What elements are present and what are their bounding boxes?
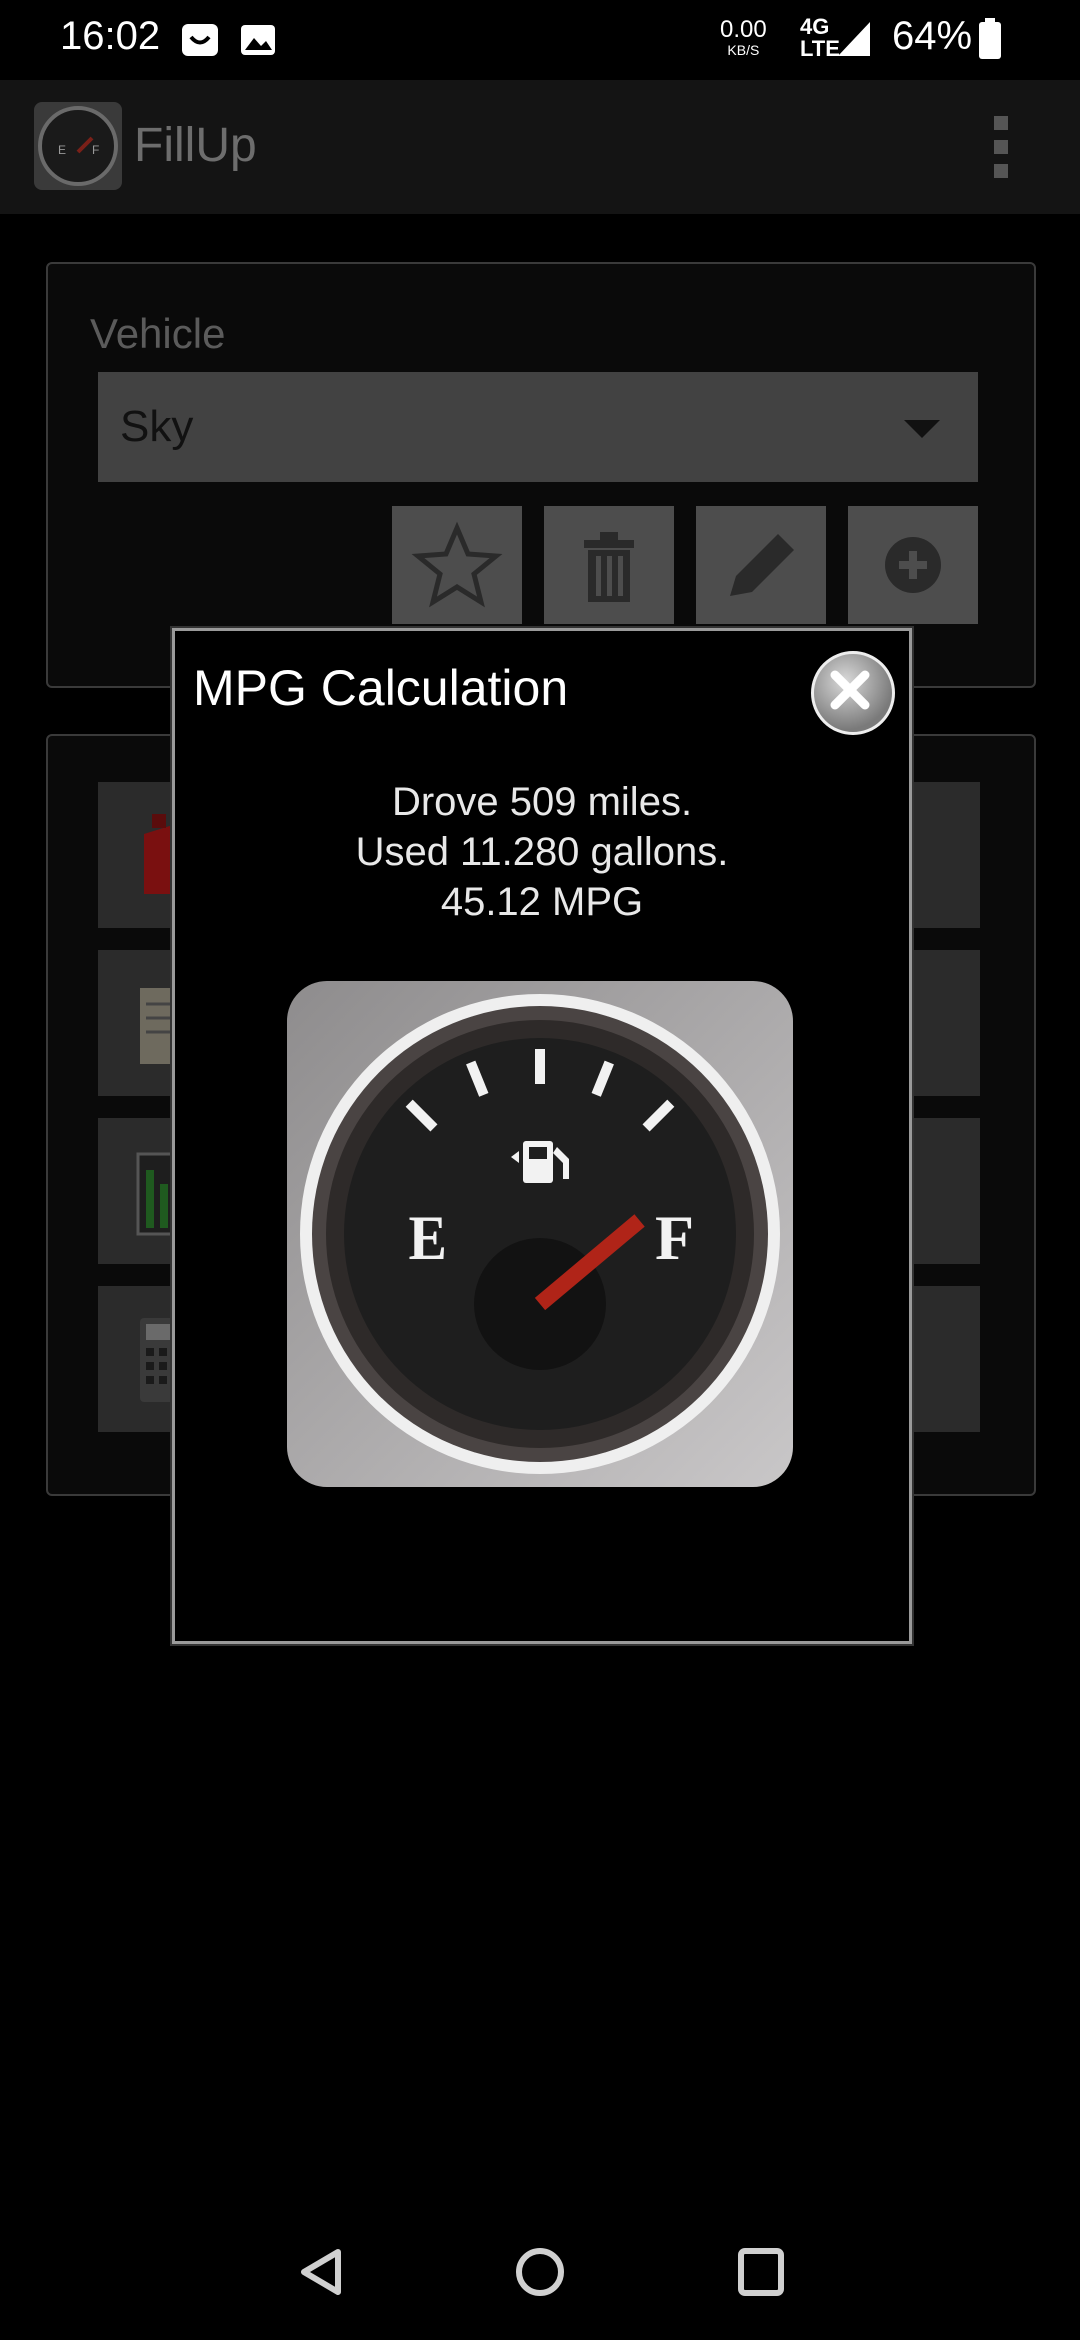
gallons-used-text: Used 11.280 gallons. xyxy=(355,830,729,874)
dialog-title: MPG Calculation xyxy=(193,660,569,716)
fuel-gauge-image: E F xyxy=(287,981,793,1487)
add-vehicle-button[interactable] xyxy=(848,506,978,624)
app-title: FillUp xyxy=(134,119,257,172)
overflow-menu-icon[interactable] xyxy=(990,116,1012,178)
favorite-button[interactable] xyxy=(392,506,522,624)
network-type-top: 4G xyxy=(800,14,830,39)
status-time: 16:02 xyxy=(60,14,161,58)
home-icon[interactable] xyxy=(514,2246,566,2298)
trash-icon xyxy=(584,532,634,602)
back-icon[interactable] xyxy=(296,2246,346,2298)
notification-image-icon xyxy=(238,20,278,60)
svg-text:F: F xyxy=(92,143,99,157)
svg-text:E: E xyxy=(58,143,66,157)
battery-icon xyxy=(978,18,1002,65)
network-type: 4G LTE xyxy=(800,16,840,60)
edit-pencil-icon xyxy=(730,534,794,596)
navigation-bar xyxy=(0,2210,1080,2340)
battery-percent: 64% xyxy=(892,14,973,58)
recents-icon[interactable] xyxy=(736,2246,786,2298)
app-bar: E F FillUp xyxy=(0,80,1080,214)
vehicle-select[interactable]: Sky xyxy=(98,372,978,482)
signal-icon xyxy=(836,18,872,63)
close-icon xyxy=(830,670,870,710)
notification-smile-icon xyxy=(180,20,220,60)
network-speed-value: 0.00 xyxy=(720,16,767,43)
mpg-value-text: 45.12 MPG xyxy=(440,880,644,924)
miles-driven-text: Drove 509 miles. xyxy=(391,780,693,824)
edit-button[interactable] xyxy=(696,506,826,624)
network-speed: 0.00 KB/S xyxy=(720,16,767,59)
close-button[interactable] xyxy=(811,651,895,735)
status-bar: 16:02 0.00 KB/S 4G LTE 64% xyxy=(0,0,1080,80)
chevron-down-icon xyxy=(904,420,940,438)
delete-button[interactable] xyxy=(544,506,674,624)
mpg-result-message: Drove 509 miles. Used 11.280 gallons. 45… xyxy=(175,777,909,927)
gauge-empty-label: E xyxy=(409,1203,447,1273)
vehicle-select-value: Sky xyxy=(120,402,194,451)
fuel-gauge-logo-icon: E F xyxy=(34,102,122,190)
mpg-dialog: MPG Calculation Drove 509 miles. Used 11… xyxy=(172,628,912,1644)
vehicle-label: Vehicle xyxy=(90,310,226,357)
network-type-bottom: LTE xyxy=(800,36,840,61)
network-speed-unit: KB/S xyxy=(727,42,760,58)
gauge-full-label: F xyxy=(655,1202,694,1273)
star-icon xyxy=(411,521,503,608)
add-circle-icon xyxy=(885,537,941,593)
